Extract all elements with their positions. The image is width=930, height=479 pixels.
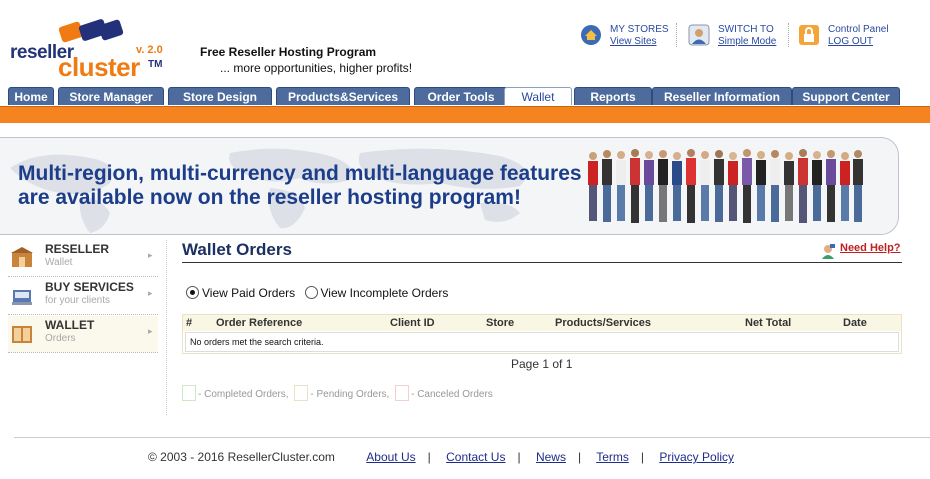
chevron-right-icon: ▸ bbox=[148, 326, 153, 336]
title-underline bbox=[182, 262, 902, 263]
column-header-products-services: Products/Services bbox=[555, 317, 651, 329]
switch-icon bbox=[688, 24, 710, 46]
logout-link[interactable]: LOG OUT bbox=[828, 36, 873, 47]
chevron-right-icon: ▸ bbox=[148, 288, 153, 298]
sidebar-item-title: RESELLER bbox=[45, 242, 110, 256]
sidebar-divider bbox=[166, 240, 168, 415]
help-icon bbox=[822, 244, 835, 259]
column-header-net-total: Net Total bbox=[745, 317, 792, 329]
column-header-order-reference: Order Reference bbox=[216, 317, 303, 329]
footer-link-news[interactable]: News bbox=[536, 450, 566, 464]
lock-icon bbox=[799, 25, 819, 45]
sidebar-item-wallet[interactable]: WALLET Orders ▸ bbox=[8, 316, 158, 353]
sidebar-item-buy-services[interactable]: BUY SERVICES for your clients ▸ bbox=[8, 278, 158, 315]
legend-label-canceled: - Canceled Orders bbox=[411, 389, 493, 400]
view-paid-orders-radio[interactable]: View Paid Orders bbox=[186, 286, 295, 300]
tagline: Free Reseller Hosting Program bbox=[200, 45, 377, 59]
wallet-icon bbox=[12, 326, 32, 343]
view-sites-link[interactable]: View Sites bbox=[610, 36, 657, 47]
banner-headline-line2: are available now on the reseller hostin… bbox=[18, 186, 521, 209]
switch-to-label: SWITCH TO bbox=[718, 24, 774, 35]
legend-label-pending: - Pending Orders, bbox=[310, 389, 390, 400]
home-icon bbox=[581, 25, 601, 45]
sidebar-item-reseller[interactable]: RESELLER Wallet ▸ bbox=[8, 240, 158, 277]
legend-swatch-pending bbox=[294, 385, 309, 401]
radio-unselected-icon[interactable] bbox=[304, 286, 318, 299]
footer: © 2003 - 2016 ResellerCluster.com About … bbox=[148, 450, 735, 464]
chevron-right-icon: ▸ bbox=[148, 250, 153, 260]
empty-table-message: No orders met the search criteria. bbox=[190, 337, 324, 347]
tab-store-design[interactable]: Store Design bbox=[168, 87, 272, 105]
sidebar-item-subtitle: Orders bbox=[45, 333, 76, 344]
order-filter-radios: View Paid Orders View Incomplete Orders bbox=[186, 286, 448, 300]
orders-table: # Order Reference Client ID Store Produc… bbox=[182, 314, 902, 354]
cart-icon bbox=[12, 290, 32, 305]
tab-order-tools[interactable]: Order Tools bbox=[414, 87, 508, 105]
tab-support-center[interactable]: Support Center bbox=[792, 87, 900, 105]
view-incomplete-orders-radio[interactable]: View Incomplete Orders bbox=[304, 286, 449, 300]
legend-label-completed: - Completed Orders, bbox=[198, 389, 289, 400]
radio-selected-icon[interactable] bbox=[186, 286, 199, 299]
tab-reports[interactable]: Reports bbox=[574, 87, 652, 105]
my-stores-label: MY STORES bbox=[610, 24, 669, 35]
footer-link-about-us[interactable]: About Us bbox=[366, 450, 415, 464]
logo-word-cluster: cluster bbox=[58, 52, 140, 82]
column-header-date: Date bbox=[843, 317, 867, 329]
column-header-number: # bbox=[186, 317, 193, 329]
subtagline: ... more opportunities, higher profits! bbox=[220, 61, 413, 75]
store-icon bbox=[11, 247, 33, 267]
logo[interactable]: reseller cluster v. 2.0 TM bbox=[10, 12, 170, 82]
orange-divider-bar bbox=[0, 106, 930, 123]
banner-headline-line1: Multi-region, multi-currency and multi-l… bbox=[18, 162, 582, 185]
simple-mode-link[interactable]: Simple Mode bbox=[718, 36, 776, 47]
logo-version: v. 2.0 bbox=[136, 44, 163, 56]
copyright-text: © 2003 - 2016 ResellerCluster.com bbox=[148, 450, 335, 464]
footer-link-privacy-policy[interactable]: Privacy Policy bbox=[659, 450, 734, 464]
promo-banner[interactable]: Multi-region, multi-currency and multi-l… bbox=[0, 137, 899, 235]
tab-reseller-information[interactable]: Reseller Information bbox=[652, 87, 792, 105]
people-group-photo bbox=[588, 149, 863, 223]
order-status-legend: - Completed Orders, - Pending Orders, - … bbox=[182, 385, 493, 401]
logo-trademark: TM bbox=[148, 59, 163, 70]
legend-swatch-completed bbox=[182, 385, 196, 401]
table-row: No orders met the search criteria. bbox=[185, 332, 899, 352]
control-panel-label: Control Panel bbox=[828, 24, 889, 35]
header-divider bbox=[676, 23, 678, 47]
view-incomplete-orders-label: View Incomplete Orders bbox=[320, 286, 449, 300]
sidebar-item-title: WALLET bbox=[45, 318, 95, 332]
footer-divider bbox=[14, 437, 930, 438]
legend-swatch-canceled bbox=[395, 385, 410, 401]
header-divider bbox=[788, 23, 790, 47]
tab-store-manager[interactable]: Store Manager bbox=[58, 87, 164, 105]
tab-wallet[interactable]: Wallet bbox=[504, 87, 572, 105]
page-title: Wallet Orders bbox=[182, 240, 292, 259]
tab-home[interactable]: Home bbox=[8, 87, 54, 105]
pagination-info: Page 1 of 1 bbox=[511, 357, 573, 371]
table-header: # Order Reference Client ID Store Produc… bbox=[183, 315, 901, 331]
footer-link-contact-us[interactable]: Contact Us bbox=[446, 450, 505, 464]
column-header-store: Store bbox=[486, 317, 515, 329]
view-paid-orders-label: View Paid Orders bbox=[202, 286, 296, 300]
sidebar-item-subtitle: for your clients bbox=[45, 295, 111, 306]
column-header-client-id: Client ID bbox=[390, 317, 435, 329]
sidebar-item-subtitle: Wallet bbox=[45, 257, 73, 268]
need-help-label: Need Help? bbox=[840, 242, 901, 254]
sidebar-item-title: BUY SERVICES bbox=[45, 280, 134, 294]
footer-link-terms[interactable]: Terms bbox=[596, 450, 629, 464]
tab-products-services[interactable]: Products&Services bbox=[276, 87, 410, 105]
